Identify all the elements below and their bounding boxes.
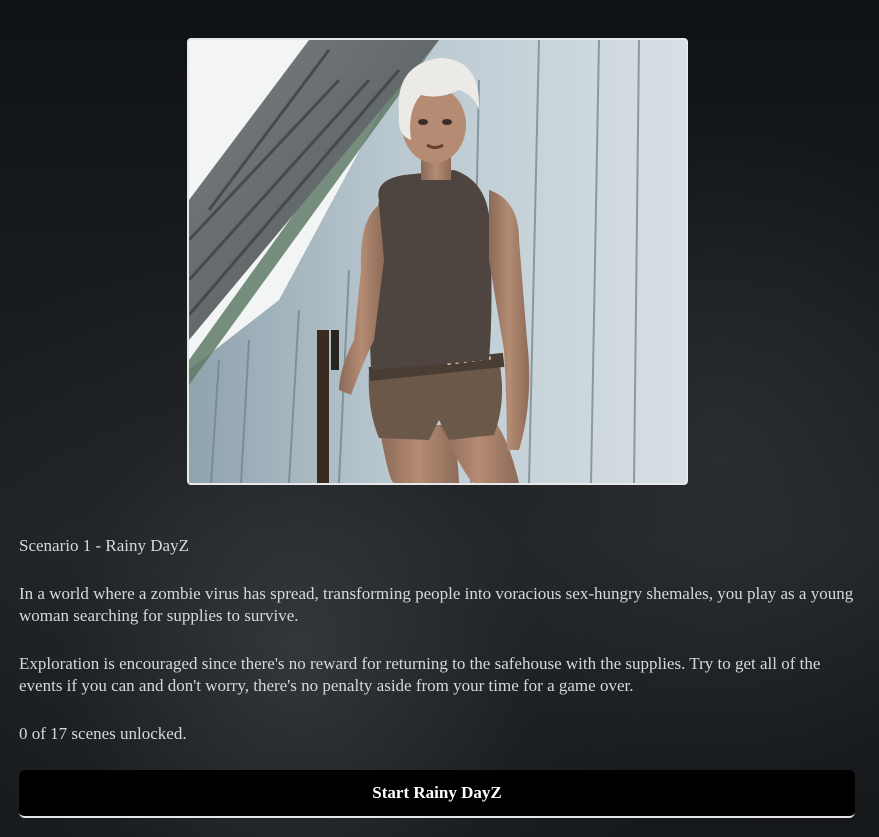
scenario-description: In a world where a zombie virus has spre… xyxy=(19,584,854,625)
scenario-instructions: Exploration is encouraged since there's … xyxy=(19,654,821,695)
start-scenario-button[interactable]: Start Rainy DayZ xyxy=(19,770,855,818)
scenario-image xyxy=(187,38,688,485)
scenario-title: Scenario 1 - Rainy DayZ xyxy=(19,536,189,555)
scenario-illustration xyxy=(189,40,686,483)
scenes-unlocked-count: 0 of 17 scenes unlocked. xyxy=(19,724,187,743)
